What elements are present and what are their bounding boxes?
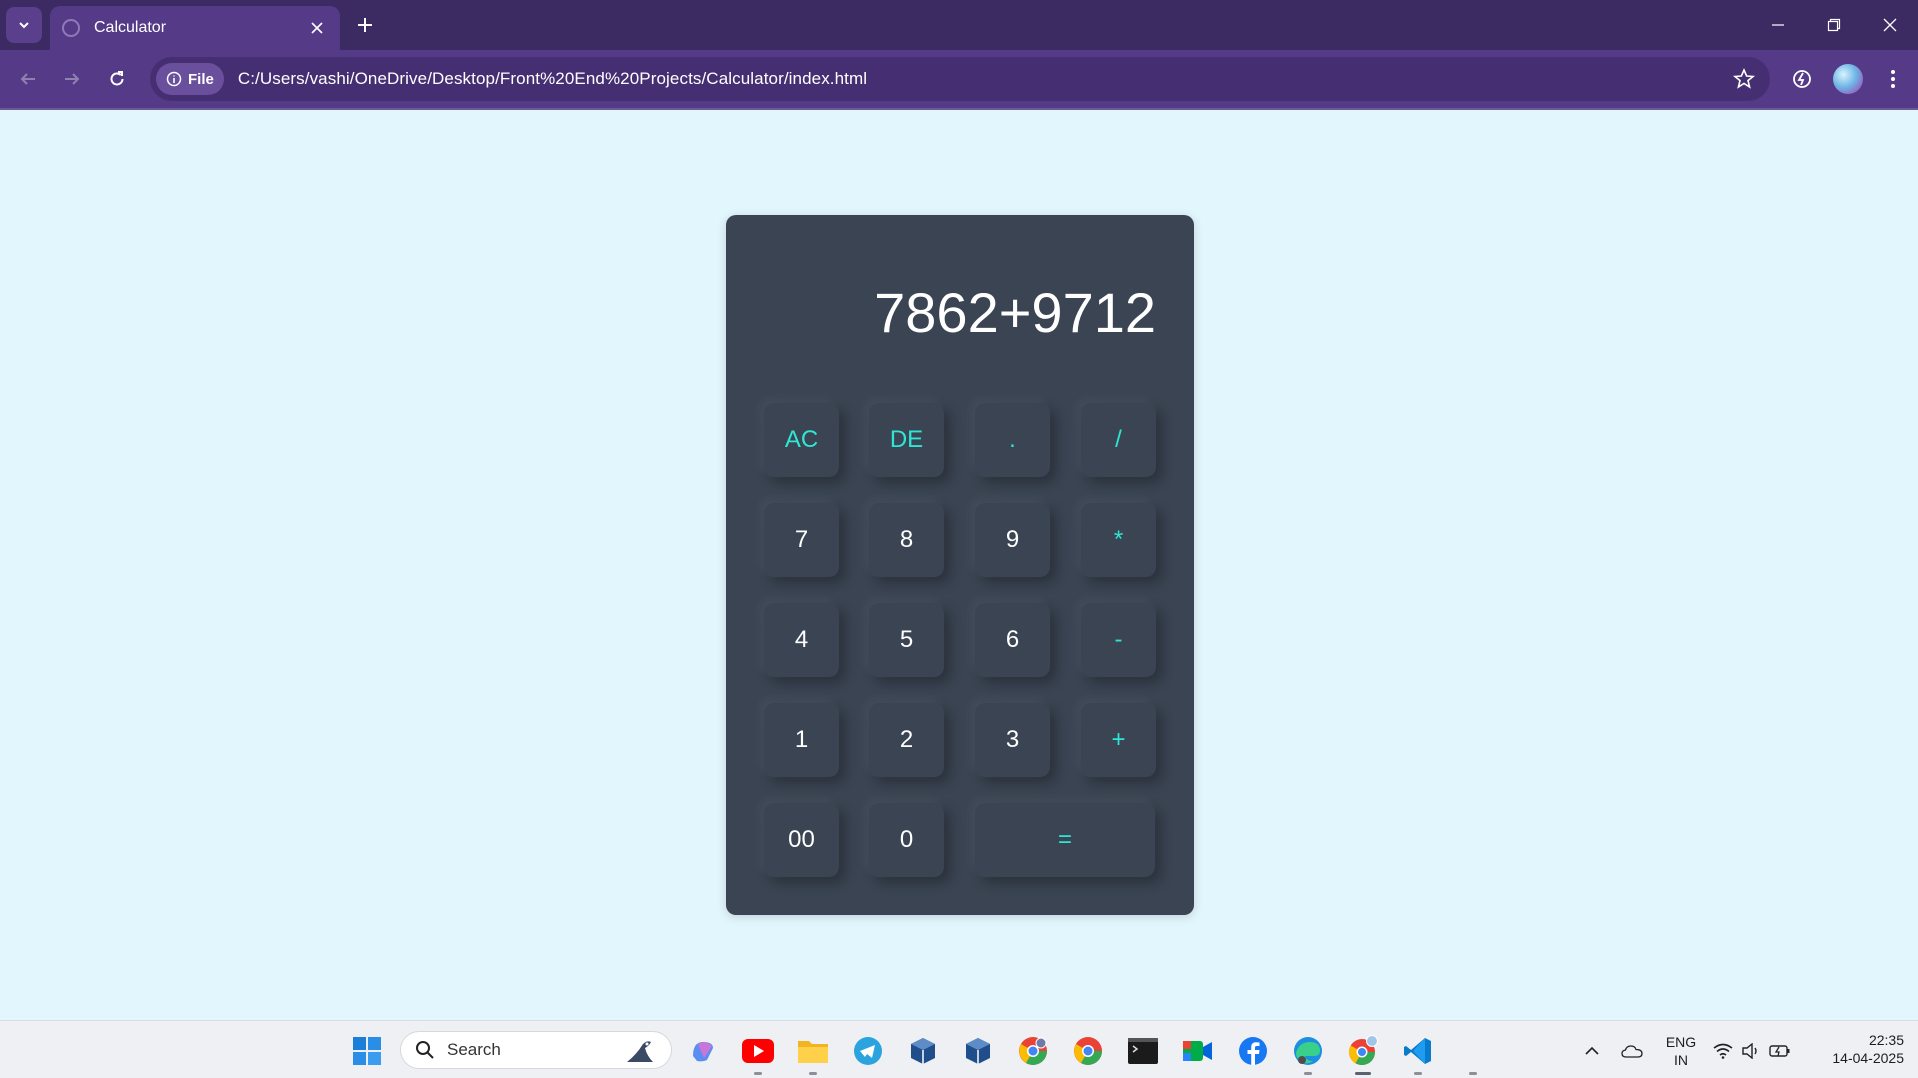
key-4[interactable]: 4 [764,603,839,677]
globe-icon [62,19,80,37]
minimize-button[interactable] [1750,0,1806,50]
key-6[interactable]: 6 [975,603,1050,677]
search-placeholder: Search [447,1040,501,1059]
key-8[interactable]: 8 [869,503,944,577]
active-app-indicator [1355,1072,1371,1075]
key-de[interactable]: DE [869,403,944,477]
google-meet-app-icon[interactable] [1180,1033,1216,1069]
running-indicator [809,1072,817,1075]
key-5[interactable]: 5 [869,603,944,677]
key-plus[interactable]: + [1081,703,1156,777]
new-tab-button[interactable] [350,10,380,40]
running-indicator [1414,1072,1422,1075]
chrome-app-icon[interactable] [1070,1033,1106,1069]
back-button[interactable] [8,59,48,99]
taskbar: Search ENG IN 22:35 14-04-2025 [0,1020,1918,1078]
running-indicator [1304,1072,1312,1075]
info-icon [166,71,182,87]
url-text[interactable]: C:/Users/vashi/OneDrive/Desktop/Front%20… [238,69,867,89]
minimize-icon [1772,24,1784,26]
performance-icon[interactable] [1787,64,1817,94]
hidden-app-slot[interactable] [1455,1033,1491,1075]
site-chip-label: File [188,70,214,88]
search-icon [416,1041,434,1059]
key-7[interactable]: 7 [764,503,839,577]
running-indicator [1469,1072,1477,1075]
address-bar[interactable]: File C:/Users/vashi/OneDrive/Desktop/Fro… [150,57,1770,101]
quick-settings-button[interactable] [1710,1033,1794,1069]
volume-icon [1742,1043,1757,1059]
copilot-app-icon[interactable] [685,1033,721,1069]
file-explorer-app-icon[interactable] [795,1033,831,1075]
more-menu-icon[interactable] [1878,64,1908,94]
key-1[interactable]: 1 [764,703,839,777]
show-hidden-icons-button[interactable] [1574,1033,1610,1069]
browser-tab-calculator[interactable]: Calculator [50,6,340,50]
language-label: ENG [1665,1034,1697,1050]
key-dot[interactable]: . [975,403,1050,477]
key-multiply[interactable]: * [1081,503,1156,577]
restore-button[interactable] [1806,0,1862,50]
key-ac[interactable]: AC [764,403,839,477]
plus-icon [358,18,372,32]
facebook-app-icon[interactable] [1235,1033,1271,1069]
chevron-down-icon [19,22,29,29]
start-button[interactable] [349,1033,385,1069]
tab-close-button[interactable] [306,17,328,39]
region-label: IN [1674,1052,1688,1068]
key-equals[interactable]: = [975,803,1155,877]
edge-app-icon[interactable] [1290,1033,1326,1075]
wifi-icon [1713,1043,1733,1059]
bird-illustration-icon [627,1041,653,1062]
virtualbox-app-icon-2[interactable] [960,1033,996,1069]
browser-titlebar: Calculator [0,0,1918,50]
close-icon [311,22,323,34]
key-0[interactable]: 0 [869,803,944,877]
calculator: 7862+9712 AC DE . / 7 8 9 * 4 5 6 - 1 2 … [726,215,1194,915]
running-indicator [754,1072,762,1075]
profile-avatar[interactable] [1833,64,1863,94]
chrome-profile-app-icon[interactable] [1015,1033,1051,1069]
close-icon [1883,18,1897,32]
windows-logo-icon [353,1037,381,1065]
reload-icon [110,71,124,86]
key-minus[interactable]: - [1081,603,1156,677]
virtualbox-app-icon[interactable] [905,1033,941,1069]
arrow-left-icon [20,73,35,85]
clock[interactable]: 22:35 14-04-2025 [1812,1031,1904,1067]
onedrive-icon[interactable] [1614,1033,1650,1069]
chevron-up-icon [1585,1046,1599,1055]
language-indicator[interactable]: ENG IN [1660,1033,1702,1069]
site-info-chip[interactable]: File [156,63,224,95]
browser-toolbar: File C:/Users/vashi/OneDrive/Desktop/Fro… [0,50,1918,108]
clock-time: 22:35 [1868,1032,1904,1048]
youtube-app-icon[interactable] [740,1033,776,1075]
forward-button[interactable] [52,59,92,99]
calculator-display: 7862+9712 [874,281,1156,344]
chrome-active-app-icon[interactable] [1345,1033,1381,1075]
page-viewport: 7862+9712 AC DE . / 7 8 9 * 4 5 6 - 1 2 … [0,110,1918,1020]
terminal-app-icon[interactable] [1125,1033,1161,1069]
key-divide[interactable]: / [1081,403,1156,477]
close-window-button[interactable] [1862,0,1918,50]
telegram-app-icon[interactable] [850,1033,886,1069]
arrow-right-icon [65,73,80,85]
key-00[interactable]: 00 [764,803,839,877]
vscode-app-icon[interactable] [1400,1033,1436,1075]
tab-title: Calculator [94,19,167,36]
reload-button[interactable] [97,59,137,99]
key-9[interactable]: 9 [975,503,1050,577]
key-2[interactable]: 2 [869,703,944,777]
taskbar-search[interactable]: Search [400,1031,672,1069]
clock-date: 14-04-2025 [1832,1050,1904,1066]
restore-icon [1827,18,1841,32]
bookmark-star-icon[interactable] [1732,67,1756,91]
battery-icon [1769,1045,1790,1057]
tab-search-button[interactable] [6,7,42,43]
key-3[interactable]: 3 [975,703,1050,777]
